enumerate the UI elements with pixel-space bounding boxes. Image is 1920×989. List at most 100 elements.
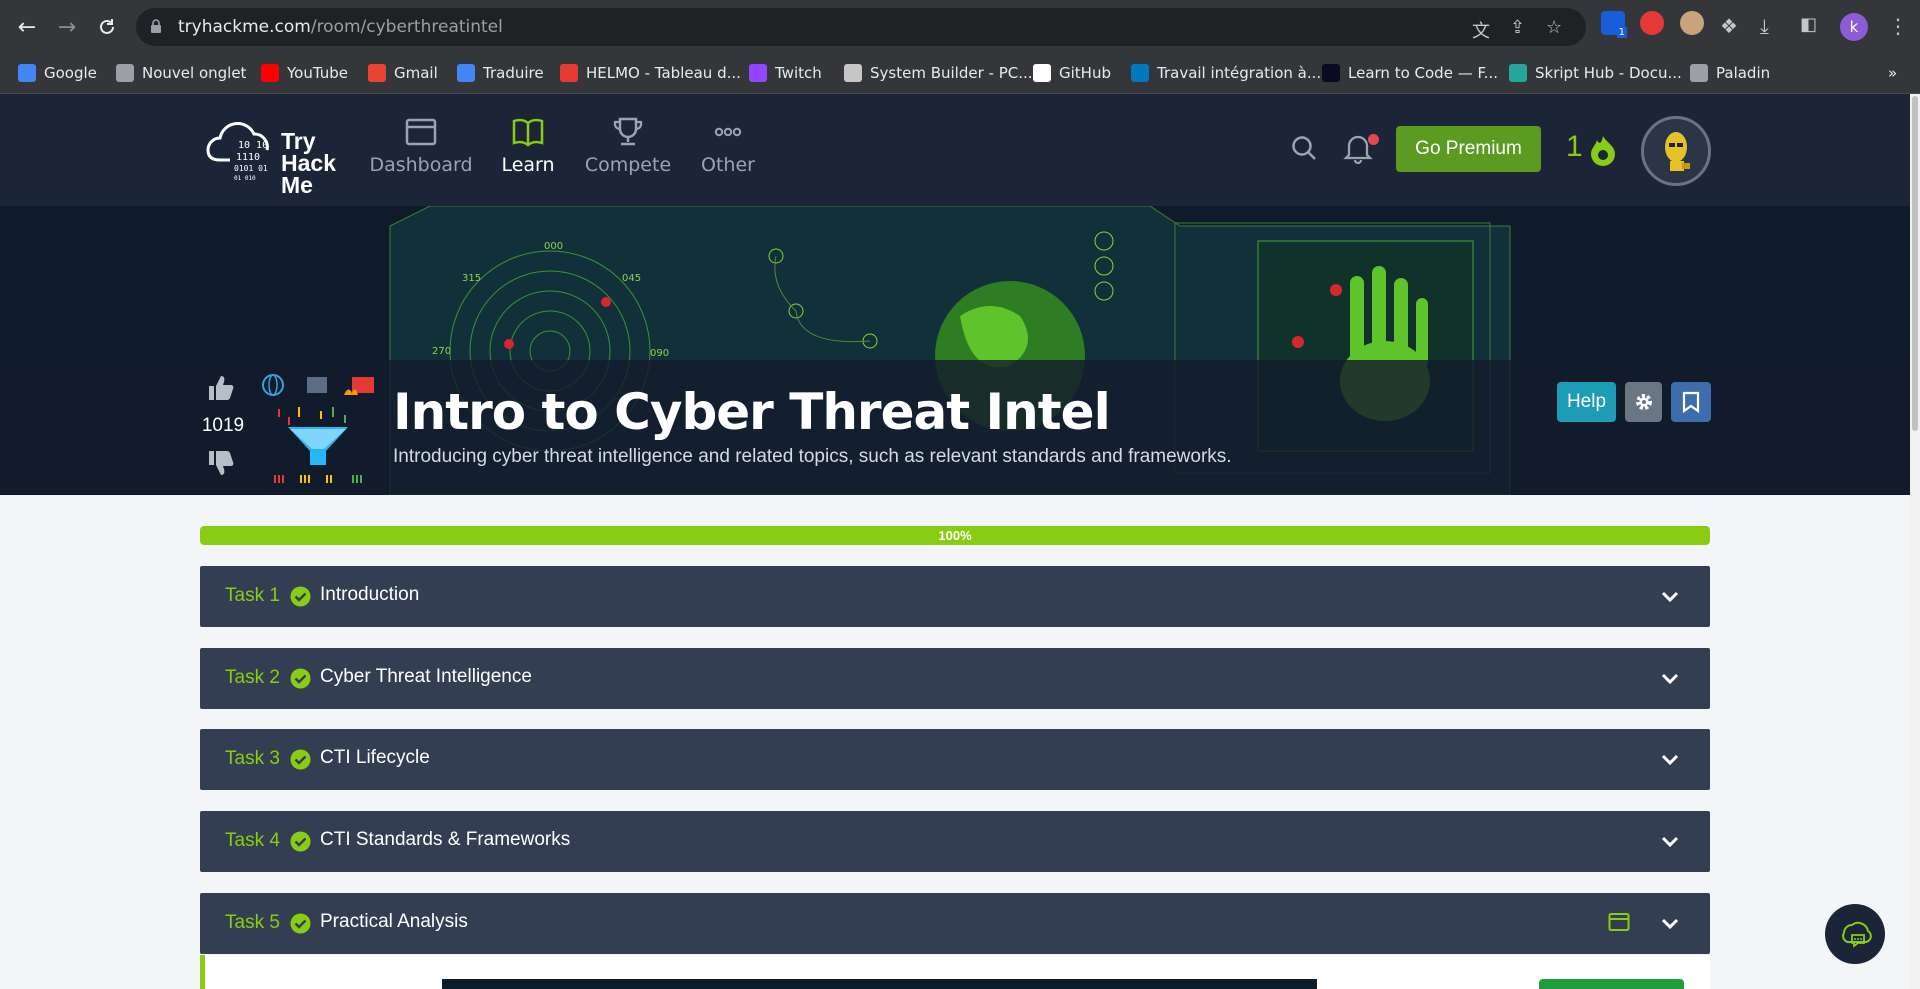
task-row[interactable]: Task 2 Cyber Threat Intelligence <box>200 648 1710 709</box>
task-number: Task 5 <box>225 912 280 933</box>
bookmark-item[interactable]: Traduire <box>457 64 544 82</box>
nav-compete[interactable]: Compete <box>573 116 683 176</box>
forward-icon[interactable]: → <box>52 12 82 42</box>
task-number: Task 1 <box>225 585 280 606</box>
thumbs-up-icon[interactable] <box>205 373 235 403</box>
paladin-icon <box>1690 64 1708 82</box>
share-icon[interactable]: ⇪ <box>1510 17 1525 38</box>
bookmark-label: Twitch <box>775 64 822 82</box>
translate-icon <box>457 64 475 82</box>
search-icon[interactable] <box>1290 134 1318 162</box>
notification-dot <box>1368 134 1379 145</box>
task-row[interactable]: Task 1 Introduction <box>200 566 1710 627</box>
task-row[interactable]: Task 5 Practical Analysis <box>200 893 1710 954</box>
check-circle-icon <box>290 586 311 607</box>
task-row[interactable]: Task 4 CTI Standards & Frameworks <box>200 811 1710 872</box>
check-circle-icon <box>290 668 311 689</box>
globe-icon <box>116 64 134 82</box>
bookmark-item[interactable]: Learn to Code — F... <box>1322 64 1498 82</box>
twitch-icon <box>749 64 767 82</box>
adblock-extension-icon[interactable] <box>1640 11 1664 35</box>
bookmark-label: Learn to Code — F... <box>1348 64 1498 82</box>
check-circle-icon <box>290 913 311 934</box>
chat-support-button[interactable] <box>1825 904 1885 964</box>
address-bar[interactable]: tryhackme.com/room/cyberthreatintel 文 ⇪ … <box>136 8 1586 46</box>
room-description: Introducing cyber threat intelligence an… <box>393 446 1232 467</box>
user-avatar[interactable] <box>1641 116 1711 186</box>
bookmark-item[interactable]: Travail intégration à... <box>1131 64 1321 82</box>
nav-learn[interactable]: Learn <box>473 116 583 176</box>
nav-other[interactable]: Other <box>673 116 783 176</box>
dashboard-icon <box>405 118 437 146</box>
profile-avatar[interactable]: k <box>1840 13 1868 41</box>
task-row[interactable]: Task 3 CTI Lifecycle <box>200 729 1710 790</box>
book-icon <box>512 118 544 147</box>
chevron-down-icon[interactable] <box>1660 669 1680 689</box>
thumbs-down-icon[interactable] <box>205 448 235 478</box>
trello-icon <box>1131 64 1149 82</box>
nav-dashboard[interactable]: Dashboard <box>366 116 476 176</box>
github-icon <box>1033 64 1051 82</box>
extensions-puzzle-icon[interactable]: ❖ <box>1720 14 1738 38</box>
go-premium-button[interactable]: Go Premium <box>1396 126 1541 172</box>
progress-label: 100% <box>938 528 972 543</box>
bookmark-label: Travail intégration à... <box>1157 64 1322 82</box>
task-title: Introduction <box>320 584 420 605</box>
bookmark-label: GitHub <box>1059 64 1111 82</box>
task-title: CTI Standards & Frameworks <box>320 829 571 850</box>
wappalyzer-extension-icon[interactable] <box>1680 11 1704 35</box>
page-scrollbar-thumb[interactable] <box>1912 96 1918 431</box>
youtube-icon <box>261 64 279 82</box>
bookmark-item[interactable]: Google <box>18 64 97 82</box>
bookmark-item[interactable]: Nouvel onglet <box>116 64 246 82</box>
bookmark-icon <box>1682 391 1700 413</box>
translate-icon[interactable]: 文 <box>1472 17 1490 43</box>
back-icon[interactable]: ← <box>12 12 42 42</box>
nav-other-label: Other <box>701 154 755 176</box>
side-panel-icon[interactable]: ◧ <box>1800 14 1817 35</box>
browser-toolbar: ← → tryhackme.com/room/cyberthreatintel … <box>0 0 1920 54</box>
chevron-down-icon[interactable] <box>1660 914 1680 934</box>
settings-button[interactable] <box>1625 382 1662 422</box>
svg-text:315: 315 <box>462 273 481 284</box>
helmo-icon <box>560 64 578 82</box>
help-button[interactable]: Help <box>1557 382 1616 422</box>
bookmark-item[interactable]: YouTube <box>261 64 348 82</box>
bookmark-item[interactable]: Twitch <box>749 64 822 82</box>
menu-dots-icon[interactable]: ⋮ <box>1888 14 1908 38</box>
nav-dashboard-label: Dashboard <box>369 154 473 176</box>
svg-text:045: 045 <box>622 273 641 284</box>
bookmarks-overflow-icon[interactable]: » <box>1888 64 1897 82</box>
bookmark-item[interactable]: GitHub <box>1033 64 1111 82</box>
reload-icon[interactable] <box>92 12 122 42</box>
bookmark-item[interactable]: Skript Hub - Docu... <box>1509 64 1682 82</box>
task-title: Practical Analysis <box>320 911 468 932</box>
site-header: 10 10 1110 0101 01 01 010 Try Hack Me Da… <box>0 94 1910 206</box>
nav-compete-label: Compete <box>584 154 672 176</box>
bookmark-label: Google <box>44 64 97 82</box>
nav-learn-label: Learn <box>501 154 555 176</box>
lock-icon <box>151 19 161 33</box>
bitwarden-extension-icon[interactable]: 1 <box>1601 11 1627 38</box>
bookmark-item[interactable]: Gmail <box>368 64 438 82</box>
bookmark-label: Traduire <box>483 64 544 82</box>
bookmark-item[interactable]: System Builder - PC... <box>844 64 1033 82</box>
bookmark-item[interactable]: Paladin <box>1690 64 1770 82</box>
bookmark-button[interactable] <box>1671 382 1711 422</box>
chevron-down-icon[interactable] <box>1660 750 1680 770</box>
flame-icon <box>1591 136 1615 166</box>
bookmark-label: HELMO - Tableau d... <box>586 64 741 82</box>
chevron-down-icon[interactable] <box>1660 832 1680 852</box>
streak-count: 1 <box>1566 130 1583 163</box>
bookmarks-bar: Google Nouvel onglet YouTube Gmail Traduire H… <box>0 54 1920 94</box>
chevron-down-icon[interactable] <box>1660 587 1680 607</box>
browser-window-icon[interactable] <box>1608 912 1630 932</box>
bookmark-label: Nouvel onglet <box>142 64 247 82</box>
task-5-start-button[interactable] <box>1539 979 1684 989</box>
room-progress-bar: 100% <box>200 526 1710 545</box>
check-circle-icon <box>290 831 311 852</box>
star-icon[interactable]: ☆ <box>1546 17 1562 38</box>
gmail-icon <box>368 64 386 82</box>
bookmark-item[interactable]: HELMO - Tableau d... <box>560 64 741 82</box>
download-icon[interactable]: ⤓ <box>1760 14 1769 38</box>
